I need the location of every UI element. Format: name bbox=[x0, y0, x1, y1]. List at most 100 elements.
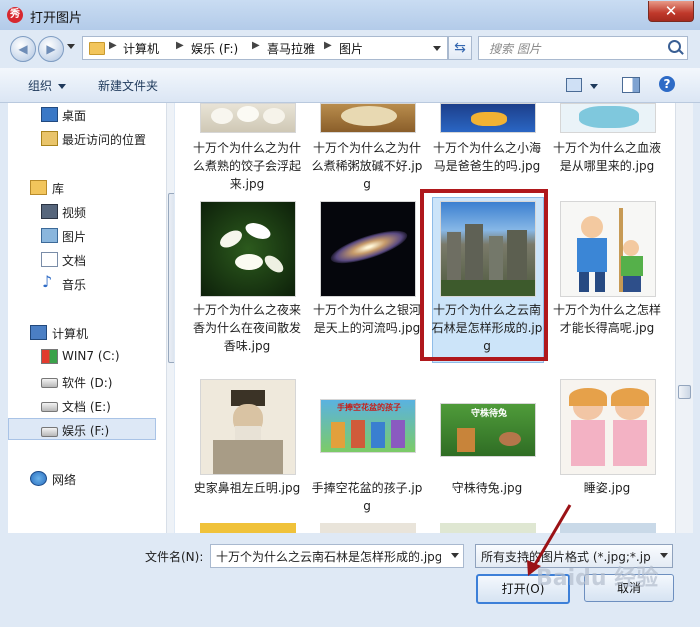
open-button[interactable]: 打开(O) bbox=[476, 574, 570, 604]
sidebar-scrollbar[interactable] bbox=[166, 103, 174, 533]
breadcrumb-drive-f[interactable]: 娱乐 (F:) bbox=[191, 40, 238, 57]
filename-label: 文件名(N): bbox=[145, 550, 204, 564]
file-name: 十万个为什么之怎样才能长得高呢.jpg bbox=[552, 303, 661, 335]
file-thumbnail: 手捧空花盆的孩子 bbox=[320, 399, 416, 453]
breadcrumb-separator-icon: ▶ bbox=[176, 40, 184, 51]
filename-input[interactable]: 十万个为什么之云南石林是怎样形成的.jpg bbox=[216, 548, 441, 565]
file-name: 十万个为什么之夜来香为什么在夜间散发香味.jpg bbox=[192, 303, 301, 353]
folder-icon bbox=[89, 42, 105, 55]
sidebar-item-drive-c[interactable]: WIN7 (C:) bbox=[8, 345, 156, 367]
documents-library-icon bbox=[41, 252, 58, 267]
drive-icon bbox=[41, 402, 58, 412]
library-icon bbox=[30, 180, 47, 195]
file-thumbnail-partial bbox=[200, 523, 296, 533]
help-icon[interactable]: ? bbox=[659, 76, 675, 92]
file-thumbnail bbox=[440, 103, 536, 133]
cancel-button[interactable]: 取消 bbox=[584, 574, 674, 602]
address-bar[interactable]: ▶ 计算机 ▶ 娱乐 (F:) ▶ 喜马拉雅 ▶ 图片 bbox=[82, 36, 448, 60]
file-name: 十万个为什么之云南石林是怎样形成的.jpg bbox=[431, 303, 543, 353]
address-row: ◀ ▶ ▶ 计算机 ▶ 娱乐 (F:) ▶ 喜马拉雅 ▶ 图片 ⇆ 搜索 图片 bbox=[0, 30, 700, 66]
breadcrumb-separator-icon: ▶ bbox=[109, 40, 117, 51]
file-thumbnail bbox=[560, 201, 656, 297]
change-view-icon[interactable] bbox=[566, 78, 582, 92]
file-name: 睡姿.jpg bbox=[583, 481, 631, 495]
view-options-dropdown[interactable] bbox=[590, 84, 598, 89]
breadcrumb-computer[interactable]: 计算机 bbox=[123, 40, 159, 57]
navigation-pane: 桌面 最近访问的位置 库 视频 图片 文档 音乐 计算机 WIN7 (C:) 软… bbox=[8, 103, 174, 533]
search-icon[interactable] bbox=[668, 40, 681, 53]
drive-icon bbox=[41, 427, 58, 437]
file-name: 十万个为什么之为什么煮熟的饺子会浮起来.jpg bbox=[192, 141, 301, 191]
sidebar-item-drive-d[interactable]: 软件 (D:) bbox=[8, 370, 156, 392]
app-logo-icon: 秀 bbox=[7, 7, 23, 23]
network-icon bbox=[30, 471, 47, 486]
sidebar-item-music[interactable]: 音乐 bbox=[8, 272, 156, 294]
chevron-down-icon[interactable] bbox=[451, 553, 459, 558]
file-thumbnail bbox=[560, 103, 656, 133]
file-thumbnail bbox=[320, 201, 416, 297]
sidebar-scroll-thumb[interactable] bbox=[168, 193, 174, 363]
breadcrumb-pictures[interactable]: 图片 bbox=[339, 40, 363, 57]
sidebar-item-drive-f[interactable]: 娱乐 (F:) bbox=[8, 418, 156, 440]
window-title: 打开图片 bbox=[30, 11, 83, 26]
drive-icon bbox=[41, 378, 58, 388]
breadcrumb-separator-icon: ▶ bbox=[252, 40, 260, 51]
sidebar-item-computer[interactable]: 计算机 bbox=[8, 321, 156, 343]
filetype-value: 所有支持的图片格式 (*.jpg;*.jp bbox=[481, 550, 651, 564]
sidebar-item-libraries[interactable]: 库 bbox=[8, 176, 156, 198]
file-list: 十万个为什么之为什么煮熟的饺子会浮起来.jpg 十万个为什么之为什么煮稀粥放碱不… bbox=[175, 103, 675, 533]
file-thumbnail bbox=[320, 103, 416, 133]
sidebar-item-desktop[interactable]: 桌面 bbox=[8, 103, 156, 125]
file-name: 十万个为什么之小海马是爸爸生的吗.jpg bbox=[432, 141, 541, 173]
music-library-icon bbox=[41, 272, 56, 291]
title-bar: 秀 打开图片 ✕ bbox=[0, 0, 700, 30]
refresh-button[interactable]: ⇆ bbox=[448, 36, 472, 60]
chevron-down-icon[interactable] bbox=[660, 553, 668, 558]
sidebar-item-pictures[interactable]: 图片 bbox=[8, 224, 156, 246]
breadcrumb-separator-icon: ▶ bbox=[324, 40, 332, 51]
organize-button[interactable]: 组织 bbox=[28, 77, 67, 94]
sidebar-item-drive-e[interactable]: 文档 (E:) bbox=[8, 394, 156, 416]
file-thumbnail bbox=[440, 201, 536, 297]
filename-combobox[interactable]: 十万个为什么之云南石林是怎样形成的.jpg bbox=[210, 544, 464, 568]
file-thumbnail-partial bbox=[560, 523, 656, 533]
back-button[interactable]: ◀ bbox=[10, 36, 36, 62]
new-folder-button[interactable]: 新建文件夹 bbox=[98, 77, 158, 94]
file-thumbnail-partial bbox=[440, 523, 536, 533]
file-name: 十万个为什么之血液是从哪里来的.jpg bbox=[552, 141, 661, 173]
sidebar-item-videos[interactable]: 视频 bbox=[8, 200, 156, 222]
breadcrumb-himalaya[interactable]: 喜马拉雅 bbox=[267, 40, 315, 57]
file-thumbnail bbox=[200, 201, 296, 297]
file-name: 手捧空花盆的孩子.jpg bbox=[311, 481, 423, 513]
video-library-icon bbox=[41, 204, 58, 219]
file-thumbnail bbox=[200, 103, 296, 133]
forward-button[interactable]: ▶ bbox=[38, 36, 64, 62]
file-list-scrollbar[interactable] bbox=[675, 103, 693, 533]
system-drive-icon bbox=[41, 349, 58, 364]
computer-icon bbox=[30, 325, 47, 340]
close-button[interactable]: ✕ bbox=[648, 1, 694, 22]
desktop-icon bbox=[41, 107, 58, 122]
sidebar-item-network[interactable]: 网络 bbox=[8, 467, 156, 489]
command-bar: 组织 新建文件夹 ? bbox=[0, 68, 700, 103]
filetype-select[interactable]: 所有支持的图片格式 (*.jpg;*.jp bbox=[475, 544, 673, 568]
file-thumbnail-partial bbox=[320, 523, 416, 533]
file-list-scroll-thumb[interactable] bbox=[678, 385, 691, 399]
file-name: 史家鼻祖左丘明.jpg bbox=[193, 481, 301, 495]
file-thumbnail bbox=[200, 379, 296, 475]
search-box[interactable]: 搜索 图片 bbox=[478, 36, 688, 60]
search-input[interactable]: 搜索 图片 bbox=[489, 40, 541, 57]
sidebar-item-documents[interactable]: 文档 bbox=[8, 248, 156, 270]
address-dropdown-icon[interactable] bbox=[433, 46, 441, 51]
pictures-library-icon bbox=[41, 228, 58, 243]
dialog-footer: 文件名(N): 十万个为什么之云南石林是怎样形成的.jpg 所有支持的图片格式 … bbox=[0, 534, 700, 627]
file-name: 十万个为什么之为什么煮稀粥放碱不好.jpg bbox=[311, 141, 423, 191]
file-thumbnail: 守株待兔 bbox=[440, 403, 536, 457]
recent-places-icon bbox=[41, 131, 58, 146]
recent-pages-dropdown[interactable] bbox=[67, 44, 75, 49]
file-name: 守株待兔.jpg bbox=[451, 481, 523, 495]
file-thumbnail bbox=[560, 379, 656, 475]
preview-pane-icon[interactable] bbox=[622, 77, 640, 93]
sidebar-item-recent-places[interactable]: 最近访问的位置 bbox=[8, 127, 156, 149]
file-name: 十万个为什么之银河是天上的河流吗.jpg bbox=[312, 303, 421, 335]
